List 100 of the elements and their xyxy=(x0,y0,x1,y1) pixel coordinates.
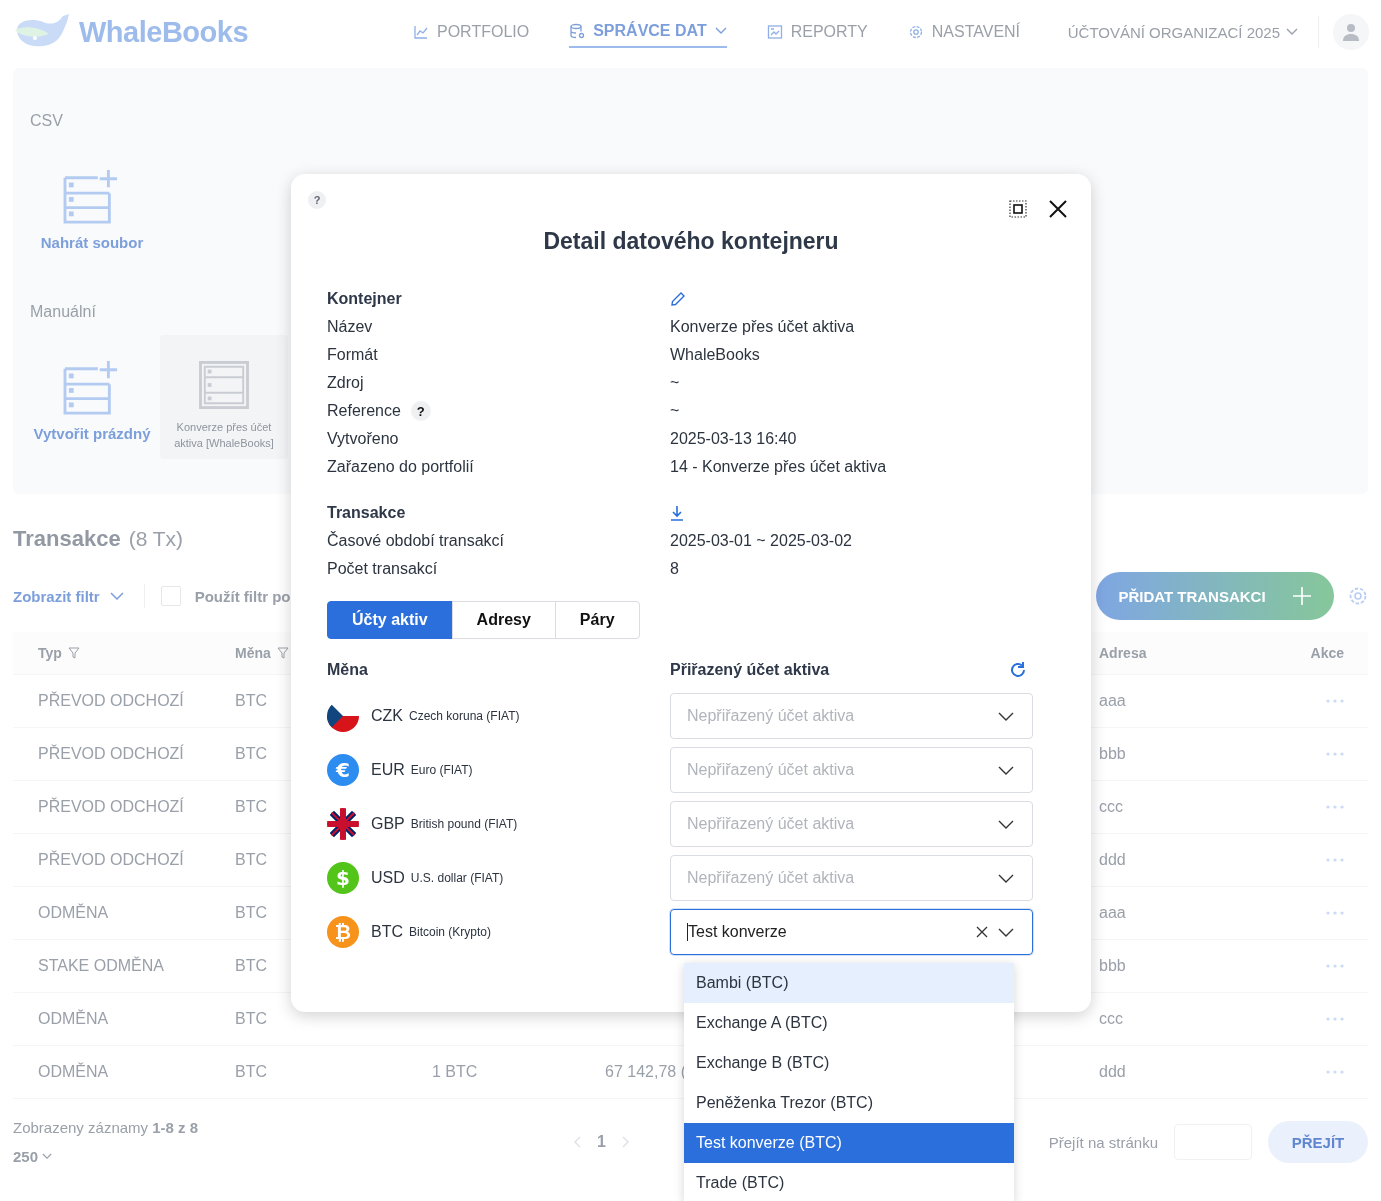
account-select[interactable]: Nepřiřazený účet aktiva xyxy=(670,855,1033,901)
page-size-select[interactable]: 250 xyxy=(13,1148,573,1165)
more-icon[interactable] xyxy=(1326,699,1344,703)
chevron-icon xyxy=(998,819,1014,829)
filter-toggle[interactable]: Zobrazit filtr xyxy=(13,587,124,605)
table-cell: ODMĚNA xyxy=(38,1010,109,1028)
help-icon[interactable]: ? xyxy=(308,191,326,209)
report-icon xyxy=(766,24,783,40)
create-tile[interactable]: Vytvořit prázdný xyxy=(30,361,154,459)
goto-label: Přejít na stránku xyxy=(1048,1133,1158,1151)
help-icon[interactable]: ? xyxy=(410,401,431,421)
more-icon[interactable] xyxy=(1326,805,1344,809)
field-label: Zařazeno do portfolií xyxy=(327,458,474,476)
clear-icon[interactable] xyxy=(976,926,988,938)
column-header[interactable]: Adresa xyxy=(1099,645,1147,661)
chevron-icon xyxy=(109,592,124,600)
table-cell: BTC xyxy=(235,692,267,710)
field-value: 14 - Konverze přes účet aktiva xyxy=(670,458,888,476)
tab[interactable]: Adresy xyxy=(451,601,556,639)
container-tile[interactable]: Konverze přes účet aktiva [WhaleBooks] xyxy=(160,335,288,459)
more-icon[interactable] xyxy=(1326,752,1344,756)
table-cell: PŘEVOD ODCHOZÍ xyxy=(38,745,184,763)
currency-code: USD xyxy=(371,869,405,887)
tab[interactable]: Účty aktiv xyxy=(327,601,453,639)
pencil-icon[interactable] xyxy=(670,291,686,307)
section-title: Manuální xyxy=(30,303,97,321)
field-label: Zdroj xyxy=(327,374,364,392)
chevron-icon xyxy=(998,765,1014,775)
currency-name: Czech koruna (FIAT) xyxy=(409,709,520,723)
table-cell: 1 BTC xyxy=(432,1063,478,1081)
field-value: ~ xyxy=(670,374,681,392)
column-header[interactable]: Typ xyxy=(38,645,80,661)
field-value: ~ xyxy=(670,402,681,420)
table-cell: PŘEVOD ODCHOZÍ xyxy=(38,692,184,710)
section-title: Transakce xyxy=(13,526,121,552)
field-label: Název xyxy=(327,318,373,336)
maximize-icon[interactable] xyxy=(1009,200,1027,218)
field-label: Reference xyxy=(327,402,401,420)
nav-item[interactable]: REPORTY xyxy=(766,16,868,48)
currency-icon: $ xyxy=(327,862,359,894)
section-heading: Transakce xyxy=(327,504,407,522)
organization-menu[interactable]: ÚČTOVÁNÍ ORGANIZACÍ 2025 xyxy=(1067,23,1298,41)
column-header[interactable]: Akce xyxy=(1310,645,1344,661)
dropdown-option[interactable]: Bambi (BTC) xyxy=(684,963,1014,1003)
refresh-icon[interactable] xyxy=(1009,661,1027,679)
nav-item[interactable]: NASTAVENÍ xyxy=(907,16,1021,48)
modal-title: Detail datového kontejneru xyxy=(542,228,840,255)
currency-icon: € xyxy=(327,754,359,786)
checkbox[interactable] xyxy=(160,586,181,606)
dropdown-option[interactable]: Exchange A (BTC) xyxy=(684,1003,1014,1043)
currency-code: CZK xyxy=(371,707,403,725)
field-value: 8 xyxy=(670,560,680,578)
currency-code: BTC xyxy=(371,923,403,941)
field-label: Vytvořeno xyxy=(327,430,399,448)
settings-icon xyxy=(907,24,924,40)
section-heading: Kontejner xyxy=(327,290,403,308)
close-icon[interactable] xyxy=(1049,200,1067,218)
settings-icon[interactable] xyxy=(1348,586,1368,606)
dropdown-option[interactable]: Trade (BTC) xyxy=(684,1163,1014,1201)
more-icon[interactable] xyxy=(1326,1017,1344,1021)
account-select[interactable]: Nepřiřazený účet aktiva xyxy=(670,747,1033,793)
field-label: Formát xyxy=(327,346,378,364)
dropdown-option[interactable]: Exchange B (BTC) xyxy=(684,1043,1014,1083)
table-cell: BTC xyxy=(235,957,267,975)
flag-icon xyxy=(327,808,359,840)
currency-name: U.S. dollar (FIAT) xyxy=(410,871,504,885)
column-header[interactable]: Měna xyxy=(235,645,289,661)
page-number[interactable]: 1 xyxy=(597,1133,606,1151)
tab[interactable]: Páry xyxy=(554,601,640,639)
field-value: Konverze přes účet aktiva xyxy=(670,318,856,336)
dropdown-option[interactable]: Test konverze (BTC) xyxy=(684,1123,1014,1163)
dropdown-option[interactable]: Peněženka Trezor (BTC) xyxy=(684,1083,1014,1123)
user-avatar[interactable] xyxy=(1333,14,1369,50)
table-cell: PŘEVOD ODCHOZÍ xyxy=(38,798,184,816)
download-icon[interactable] xyxy=(670,505,684,521)
goto-button[interactable]: PŘEJÍT xyxy=(1268,1121,1368,1163)
caret-icon xyxy=(42,1153,53,1160)
table-cell: ODMĚNA xyxy=(38,904,109,922)
previous-page-icon[interactable] xyxy=(573,1136,581,1148)
section-title: CSV xyxy=(30,112,64,130)
nav-item[interactable]: SPRÁVCE DAT xyxy=(569,16,727,48)
column-header: Měna xyxy=(327,661,369,679)
more-icon[interactable] xyxy=(1326,964,1344,968)
account-select[interactable]: Test konverze xyxy=(670,909,1033,955)
user-icon xyxy=(1341,22,1361,42)
create-tile[interactable]: Nahrát soubor xyxy=(30,170,154,259)
more-icon[interactable] xyxy=(1326,858,1344,862)
more-icon[interactable] xyxy=(1326,1070,1344,1074)
records-summary: Zobrazeny záznamy 1-8 z 8 xyxy=(13,1119,200,1136)
column-header: Přiřazený účet aktiva xyxy=(670,661,830,679)
account-select[interactable]: Nepřiřazený účet aktiva xyxy=(670,693,1033,739)
next-page-icon[interactable] xyxy=(621,1136,630,1148)
table-cell: ddd xyxy=(1099,851,1126,869)
table-cell: BTC xyxy=(235,904,267,922)
more-icon[interactable] xyxy=(1326,911,1344,915)
account-select[interactable]: Nepřiřazený účet aktiva xyxy=(670,801,1033,847)
currency-name: Euro (FIAT) xyxy=(410,763,473,777)
filter-icon xyxy=(276,647,289,659)
add-transaction-button[interactable]: PŘIDAT TRANSAKCI xyxy=(1096,572,1334,620)
nav-item[interactable]: PORTFOLIO xyxy=(413,16,530,48)
